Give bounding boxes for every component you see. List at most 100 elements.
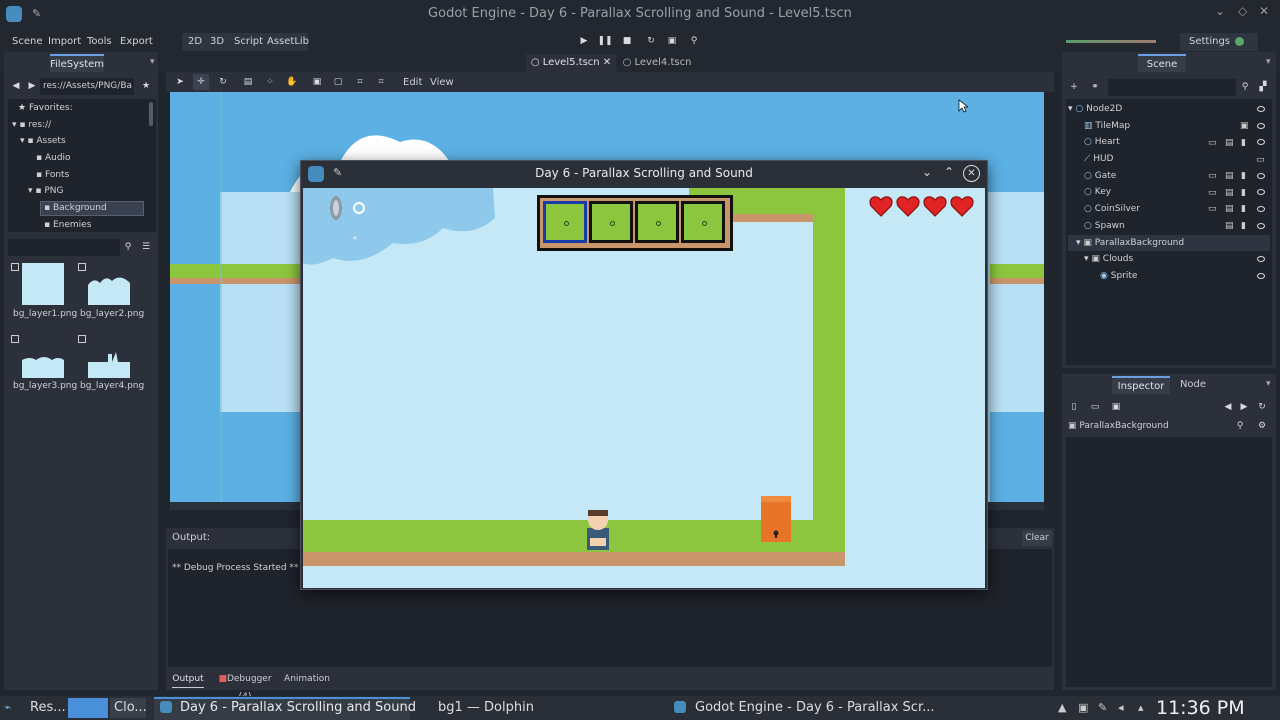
dock-menu-icon[interactable]: ▾ bbox=[1266, 57, 1271, 67]
thumb-bg-layer1[interactable] bbox=[22, 263, 64, 305]
taskbar-item-godot[interactable]: Godot Engine - Day 6 - Parallax Scr... bbox=[695, 700, 935, 715]
network-icon[interactable]: ▲ bbox=[1058, 701, 1066, 714]
save-icon[interactable]: ▣ bbox=[1108, 399, 1124, 415]
taskbar-item-clo[interactable]: Clo... bbox=[110, 698, 147, 718]
nav-forward-icon[interactable]: ▶ bbox=[24, 78, 40, 94]
tree-png[interactable]: ▾ ▪ PNG bbox=[28, 183, 63, 199]
script-icon[interactable]: ▮ bbox=[1241, 221, 1246, 231]
attachment-icon[interactable]: ✎ bbox=[1098, 701, 1107, 714]
group-icon[interactable]: ▤ bbox=[1225, 171, 1234, 181]
volume-icon[interactable]: ◂ bbox=[1118, 701, 1124, 714]
tree-enemies[interactable]: ▪ Enemies bbox=[44, 217, 91, 233]
nav-back-icon[interactable]: ◀ bbox=[8, 78, 24, 94]
workspace-assetlib[interactable]: AssetLib bbox=[267, 34, 309, 50]
app-launcher-icon[interactable]: ⌁ bbox=[4, 700, 11, 714]
play-icon[interactable]: ▶ bbox=[576, 33, 592, 49]
pivot-tool-icon[interactable]: ⁘ bbox=[262, 74, 278, 90]
desktop-pager-active[interactable] bbox=[68, 698, 108, 718]
tab-debugger[interactable]: ■Debugger (4) bbox=[212, 670, 278, 702]
menu-scene[interactable]: Scene bbox=[12, 34, 43, 50]
taskbar-item-res[interactable]: Res... bbox=[30, 700, 66, 715]
minimize-icon[interactable]: ⌄ bbox=[922, 165, 932, 179]
tab-level5[interactable]: ○ Level5.tscn ✕ bbox=[526, 54, 616, 72]
workspace-3d[interactable]: 3D bbox=[210, 34, 224, 50]
settings-gear-icon[interactable]: ⚙ bbox=[1254, 418, 1270, 434]
script-icon[interactable]: ▮ bbox=[1241, 171, 1246, 181]
instance-icon[interactable]: ▭ bbox=[1208, 204, 1217, 214]
file-filter-input[interactable] bbox=[8, 239, 120, 256]
taskbar-item-dolphin[interactable]: bg1 — Dolphin bbox=[438, 700, 534, 715]
add-node-icon[interactable]: + bbox=[1066, 79, 1082, 95]
workspace-script[interactable]: Script bbox=[234, 34, 263, 50]
clear-button[interactable]: Clear bbox=[1022, 530, 1052, 546]
tree-scrollbar[interactable] bbox=[149, 102, 153, 126]
node-sprite[interactable]: ◉ Sprite bbox=[1100, 268, 1137, 284]
maximize-icon[interactable]: ⌃ bbox=[944, 165, 954, 179]
tree-background[interactable]: ▪ Background bbox=[44, 200, 107, 216]
lock-icon[interactable]: ▣ bbox=[1240, 121, 1249, 131]
new-resource-icon[interactable]: ▯ bbox=[1066, 399, 1082, 415]
node-heart[interactable]: ○ Heart bbox=[1084, 134, 1120, 150]
tray-expand-icon[interactable]: ▴ bbox=[1138, 701, 1144, 714]
visibility-eye-icon[interactable] bbox=[1257, 139, 1265, 145]
unlock-icon[interactable]: ▢ bbox=[330, 74, 346, 90]
snap-icon[interactable]: ⌗ bbox=[373, 74, 389, 90]
link-icon[interactable]: ⚭ bbox=[1087, 79, 1103, 95]
workspace-2d[interactable]: 2D bbox=[188, 34, 202, 50]
search-icon[interactable]: ⚲ bbox=[1232, 418, 1248, 434]
pause-icon[interactable]: ❚❚ bbox=[597, 33, 613, 49]
visibility-eye-icon[interactable] bbox=[1257, 223, 1265, 229]
pan-tool-icon[interactable]: ✋ bbox=[284, 74, 300, 90]
tree-audio[interactable]: ▪ Audio bbox=[36, 150, 71, 166]
select-tool-icon[interactable]: ➤ bbox=[172, 74, 188, 90]
tab-node[interactable]: Node bbox=[1176, 376, 1210, 394]
group-icon[interactable]: ▤ bbox=[1225, 188, 1234, 198]
visibility-eye-icon[interactable] bbox=[1257, 256, 1265, 262]
script-icon[interactable]: ▞ bbox=[1255, 79, 1271, 95]
group-icon[interactable]: ▤ bbox=[1225, 138, 1234, 148]
path-field[interactable]: res://Assets/PNG/Ba bbox=[40, 78, 134, 95]
thumb-bg-layer2[interactable] bbox=[88, 263, 130, 305]
remote-debug-icon[interactable]: ⚲ bbox=[686, 33, 702, 49]
menu-edit[interactable]: Edit bbox=[403, 75, 422, 91]
open-folder-icon[interactable]: ▭ bbox=[1087, 399, 1103, 415]
lock-icon[interactable]: ▣ bbox=[309, 74, 325, 90]
history-forward-icon[interactable]: ▶ bbox=[1236, 399, 1252, 415]
visibility-eye-icon[interactable] bbox=[1257, 189, 1265, 195]
node-clouds[interactable]: ▾ ▣ Clouds bbox=[1084, 251, 1133, 267]
node-parallaxbackground[interactable]: ▾ ▣ ParallaxBackground bbox=[1076, 235, 1184, 251]
favorite-star-icon[interactable]: ★ bbox=[138, 78, 154, 94]
menu-import[interactable]: Import bbox=[48, 34, 81, 50]
thumb-bg-layer3[interactable] bbox=[22, 348, 64, 378]
visibility-eye-icon[interactable] bbox=[1257, 123, 1265, 129]
close-icon[interactable]: ✕ bbox=[963, 165, 980, 182]
maximize-icon[interactable]: ◇ bbox=[1238, 4, 1247, 18]
tree-res-root[interactable]: ▾ ▪ res:// bbox=[12, 117, 51, 133]
script-icon[interactable]: ▮ bbox=[1241, 188, 1246, 198]
group-icon[interactable]: ▤ bbox=[1225, 221, 1234, 231]
menu-export[interactable]: Export bbox=[120, 34, 153, 50]
dock-menu-icon[interactable]: ▾ bbox=[1266, 379, 1271, 389]
node-gate[interactable]: ○ Gate bbox=[1084, 168, 1116, 184]
tab-inspector[interactable]: Inspector bbox=[1112, 376, 1170, 394]
settings-button[interactable]: Settings bbox=[1189, 34, 1230, 50]
tab-output[interactable]: Output bbox=[172, 670, 204, 688]
move-tool-icon[interactable]: ✛ bbox=[193, 74, 209, 90]
node-filter-input[interactable] bbox=[1108, 79, 1236, 96]
list-view-icon[interactable]: ☰ bbox=[138, 239, 154, 255]
menu-tools[interactable]: Tools bbox=[87, 34, 112, 50]
node-spawn[interactable]: ○ Spawn bbox=[1084, 218, 1125, 234]
close-icon[interactable]: ✕ bbox=[1259, 4, 1269, 18]
group-icon[interactable]: ▤ bbox=[1225, 204, 1234, 214]
search-icon[interactable]: ⚲ bbox=[1237, 79, 1253, 95]
clock[interactable]: 11:36 PM bbox=[1156, 697, 1245, 719]
history-back-icon[interactable]: ◀ bbox=[1220, 399, 1236, 415]
stop-icon[interactable]: ■ bbox=[619, 33, 635, 49]
tab-level4[interactable]: ○ Level4.tscn bbox=[622, 54, 692, 72]
scale-tool-icon[interactable]: ▤ bbox=[240, 74, 256, 90]
visibility-eye-icon[interactable] bbox=[1257, 273, 1265, 279]
script-icon[interactable]: ▮ bbox=[1241, 138, 1246, 148]
group-icon[interactable]: ⌗ bbox=[352, 74, 368, 90]
tree-favorites[interactable]: ★ Favorites: bbox=[18, 100, 73, 116]
lock-icon[interactable]: ▣ bbox=[1078, 701, 1088, 714]
